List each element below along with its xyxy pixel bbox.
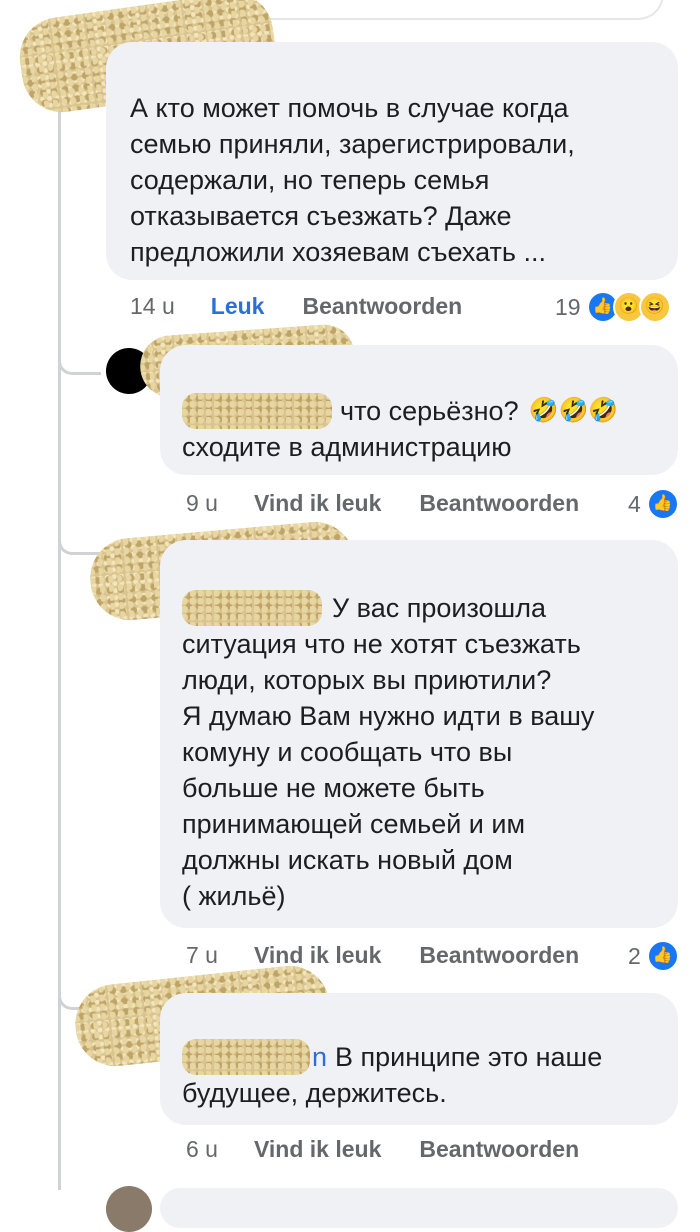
comment-actions: 7 u Vind ik leuk Beantwoorden [186, 942, 579, 969]
comment-line: n В принципе это наше [182, 1039, 656, 1075]
comment-text-line1: У вас произошла [332, 593, 546, 623]
thread-connector [58, 350, 101, 375]
comment-text: А кто может помочь в случае когда семью … [130, 93, 575, 267]
rofl-emoji: 🤣🤣🤣 [528, 397, 619, 424]
comment-bubble: n В принципе это наше будущее, держитесь… [160, 993, 678, 1125]
reaction-summary[interactable]: 19 👍 😮 😆 [555, 291, 671, 323]
comment-line: У вас произошла [182, 590, 656, 626]
thread-line [58, 110, 61, 1190]
comment-actions: 6 u Vind ik leuk Beantwoorden [186, 1136, 579, 1163]
comment-time[interactable]: 14 u [130, 293, 175, 320]
like-button[interactable]: Leuk [211, 293, 265, 320]
comment-time[interactable]: 9 u [186, 490, 218, 517]
avatar[interactable] [106, 1186, 152, 1232]
comment-time[interactable]: 6 u [186, 1136, 218, 1163]
reply-button[interactable]: Beantwoorden [419, 942, 579, 969]
reaction-count: 2 [628, 942, 641, 969]
like-reaction-icon: 👍 [646, 488, 679, 520]
reaction-count: 19 [555, 293, 581, 320]
comment-actions: 9 u Vind ik leuk Beantwoorden [186, 490, 579, 517]
comment-line: что серьёзно? 🤣🤣🤣 [182, 393, 656, 429]
reply-button[interactable]: Beantwoorden [302, 293, 462, 320]
comment-actions: 14 u Leuk Beantwoorden [130, 293, 462, 320]
comment-bubble: что серьёзно? 🤣🤣🤣 сходите в администраци… [160, 345, 678, 475]
comment-text-line1: В принципе это наше [335, 1042, 603, 1072]
comment-time[interactable]: 7 u [186, 942, 218, 969]
next-comment-bubble [160, 1188, 678, 1228]
comment-text-line2: будущее, держитесь. [182, 1078, 447, 1108]
comment-text-line1: что серьёзно? [340, 396, 519, 426]
like-button[interactable]: Vind ik leuk [254, 490, 381, 517]
redacted-mention [182, 590, 322, 626]
like-reaction-icon: 👍 [646, 940, 679, 972]
redacted-mention [182, 393, 332, 429]
reaction-count: 4 [628, 490, 641, 517]
comment-bubble: У вас произошла ситуация что не хотят съ… [160, 540, 678, 928]
like-button[interactable]: Vind ik leuk [254, 1136, 381, 1163]
comment-text: ситуация что не хотят съезжать люди, кот… [182, 629, 595, 911]
haha-reaction-icon: 😆 [638, 291, 671, 323]
redacted-mention [182, 1039, 310, 1075]
reply-button[interactable]: Beantwoorden [419, 1136, 579, 1163]
reaction-summary[interactable]: 2 👍 [628, 940, 679, 972]
reply-button[interactable]: Beantwoorden [419, 490, 579, 517]
like-button[interactable]: Vind ik leuk [254, 942, 381, 969]
thread-connector [58, 530, 101, 555]
reaction-summary[interactable]: 4 👍 [628, 488, 679, 520]
comment-bubble: А кто может помочь в случае когда семью … [106, 42, 678, 280]
author-name-tail[interactable]: n [312, 1039, 327, 1075]
comment-text-line2: сходите в администрацию [182, 432, 512, 462]
